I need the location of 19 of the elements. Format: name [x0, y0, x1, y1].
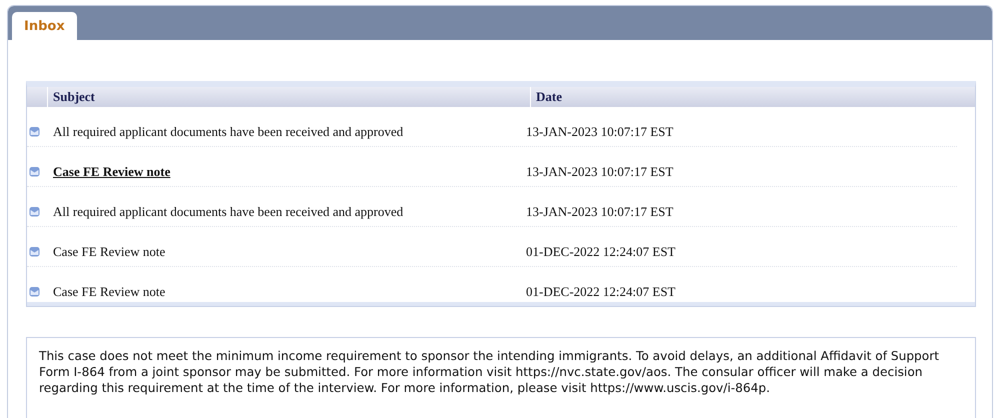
envelope-icon — [29, 166, 40, 177]
message-date: 01-DEC-2022 12:24:07 EST — [526, 284, 676, 300]
envelope-icon — [29, 206, 40, 217]
message-subject[interactable]: All required applicant documents have been received and approved — [53, 124, 404, 140]
message-subject[interactable]: Case FE Review note — [53, 284, 166, 300]
envelope-icon — [29, 286, 40, 297]
message-subject[interactable]: All required applicant documents have been received and approved — [53, 204, 404, 220]
message-date: 13-JAN-2023 10:07:17 EST — [526, 164, 674, 180]
inbox-tab[interactable]: Inbox — [12, 12, 77, 40]
message-subject[interactable]: Case FE Review note — [53, 164, 170, 180]
envelope-icon — [29, 126, 40, 137]
case-message: This case does not meet the minimum income requirement to sponsor the intending immigrants. To avoid delays, an additional Affidavit of Support Form I-864 from a joint sponsor may be submitted. For more information visit https://nvc.state.gov/aos. The consular officer will make a decision regarding this requirement at the time of the interview. For more information, please visit https://www.uscis.gov/i-864p. — [26, 337, 976, 418]
message-date: 13-JAN-2023 10:07:17 EST — [526, 124, 674, 140]
column-header[interactable]: Date — [530, 87, 975, 107]
column-header[interactable]: Subject — [47, 87, 530, 107]
message-subject[interactable]: Case FE Review note — [53, 244, 166, 260]
message-date: 01-DEC-2022 12:24:07 EST — [526, 244, 676, 260]
message-date: 13-JAN-2023 10:07:17 EST — [526, 204, 674, 220]
envelope-icon — [29, 246, 40, 257]
